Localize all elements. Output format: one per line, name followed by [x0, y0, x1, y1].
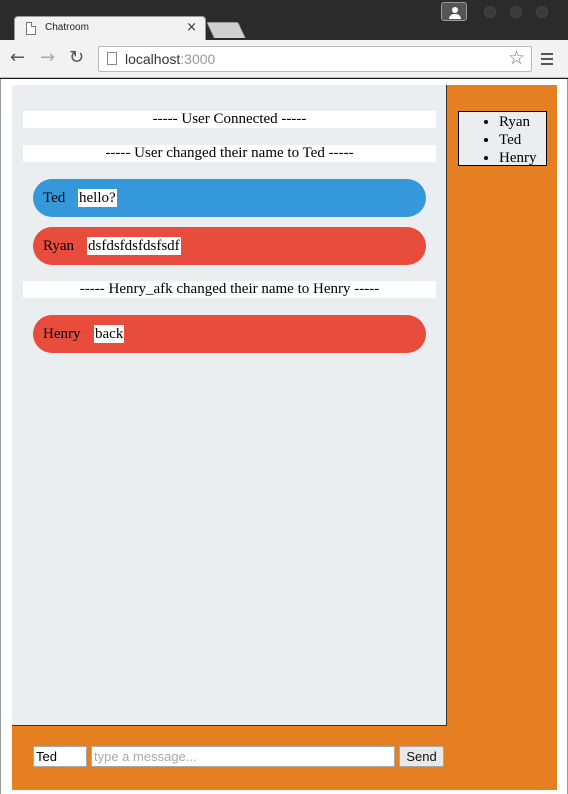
minimize-icon[interactable] [484, 6, 496, 18]
url-text: localhost:3000 [125, 51, 215, 67]
chat-message: Ryan dsfdsfdsfdsfsdf [33, 227, 426, 265]
tab-title: Chatroom [45, 22, 89, 33]
window-close-icon[interactable] [536, 6, 548, 18]
browser-toolbar: ← → ↻ localhost:3000 ☆ [0, 40, 568, 78]
message-input[interactable] [91, 746, 395, 767]
profile-icon[interactable] [441, 2, 467, 21]
browser-titlebar: Chatroom × [0, 0, 568, 42]
system-notice: ----- Henry_afk changed their name to He… [23, 281, 436, 298]
chat-app: ----- User Connected ----- ----- User ch… [12, 85, 557, 790]
page-icon [26, 22, 36, 35]
system-notice: ----- User Connected ----- [23, 111, 436, 128]
address-bar[interactable]: localhost:3000 ☆ [98, 46, 532, 72]
chat-message: Ted hello? [33, 179, 426, 217]
close-icon[interactable]: × [186, 20, 197, 35]
message-author: Henry [43, 326, 81, 342]
user-list-item: Henry [499, 149, 546, 167]
page-viewport: ----- User Connected ----- ----- User ch… [0, 79, 568, 794]
menu-icon[interactable] [541, 53, 553, 68]
chat-messages-pane: ----- User Connected ----- ----- User ch… [12, 85, 447, 726]
send-button[interactable]: Send [399, 746, 444, 767]
forward-icon[interactable]: → [40, 47, 55, 68]
message-text: dsfdsfdsfdsfsdf [87, 237, 181, 255]
system-notice: ----- User changed their name to Ted ---… [23, 145, 436, 162]
chat-message: Henry back [33, 315, 426, 353]
maximize-icon[interactable] [510, 6, 522, 18]
back-icon[interactable]: ← [10, 47, 25, 68]
url-host: localhost [125, 51, 181, 67]
message-composer: Send [12, 727, 557, 790]
user-list-item: Ryan [499, 113, 546, 131]
new-tab-button[interactable] [206, 22, 246, 38]
message-author: Ryan [43, 238, 75, 254]
message-text: hello? [78, 189, 117, 207]
username-input[interactable] [33, 746, 87, 767]
reload-icon[interactable]: ↻ [69, 47, 84, 68]
user-list-item: Ted [499, 131, 546, 149]
message-author: Ted [43, 190, 66, 206]
url-port: :3000 [180, 51, 216, 67]
tab-chatroom[interactable]: Chatroom × [14, 16, 206, 42]
bookmark-star-icon[interactable]: ☆ [508, 47, 525, 69]
online-users-list: Ryan Ted Henry [458, 111, 547, 166]
page-info-icon [107, 52, 117, 65]
message-text: back [94, 325, 125, 343]
